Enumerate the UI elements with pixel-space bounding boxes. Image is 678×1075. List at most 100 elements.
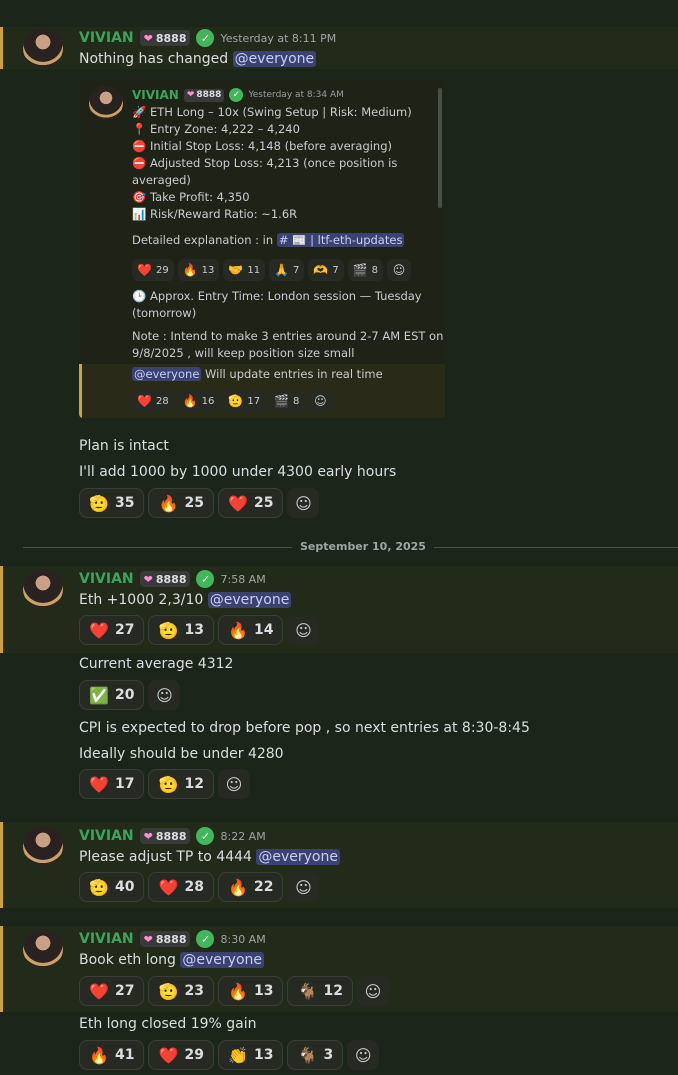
avatar[interactable] [23,826,63,866]
avatar[interactable] [23,569,63,609]
mention[interactable]: @everyone [132,367,202,381]
smiley-add-icon[interactable]: ☺ [287,872,320,902]
pink-heart-icon: ❤ [143,572,153,586]
goat-icon: 🐐 [297,1045,318,1065]
reaction-count: 17 [115,776,135,792]
quote-reactions: ❤️ 28 🔥 16 🫡 17 🎬 8 ☺ [132,390,333,412]
smiley-add-icon[interactable]: ☺ [287,488,320,518]
reaction-count: 13 [201,264,215,276]
mention[interactable]: @everyone [180,952,264,968]
message-text: CPI is expected to drop before pop , so … [79,720,530,736]
reaction[interactable]: 🫶 7 [308,259,344,281]
reaction[interactable]: ❤️ 28 [148,872,214,902]
salute-icon: 🫡 [89,493,109,513]
username[interactable]: VIVIAN [79,571,134,587]
mention[interactable]: @everyone [207,592,292,608]
reaction[interactable]: 🔥 25 [148,488,214,518]
avatar[interactable] [23,28,63,68]
smiley-add-icon[interactable]: ☺ [356,976,389,1006]
reaction[interactable]: 🤝 11 [223,259,266,281]
username[interactable]: VIVIAN [79,931,134,947]
reaction[interactable]: 🫡 13 [148,615,214,645]
scrollbar[interactable] [438,88,442,208]
reaction-count: 14 [253,622,274,638]
reaction[interactable]: ❤️ 27 [79,976,145,1006]
embed-detail: Detailed explanation : in # 📰 | ltf-eth-… [132,232,405,249]
channel-link[interactable]: # 📰 | ltf-eth-updates [276,233,405,247]
username[interactable]: VIVIAN [79,828,134,844]
heart-icon: ❤️ [228,493,248,513]
reaction[interactable]: 🫡 23 [148,976,214,1006]
embed-line: ⛔ Initial Stop Loss: 4,148 (before avera… [132,139,393,153]
heart-icon: ❤️ [89,981,109,1001]
role-badge[interactable]: ❤ 8888 [139,828,191,844]
message-text: Nothing has changed @everyone [79,49,317,69]
embed-line: ⛔ Adjusted Stop Loss: 4,213 (once positi… [132,156,398,170]
reaction[interactable]: 🫡 17 [223,390,266,412]
heart-icon: ❤️ [89,620,109,640]
reaction[interactable]: ❤️ 29 [132,259,174,281]
reactions: 🔥 41 ❤️ 29 👏 13 🐐 3 ☺ [79,1040,380,1070]
reaction[interactable]: 🫡 40 [79,872,145,902]
smiley-add-icon[interactable]: ☺ [148,680,181,710]
embed-header: VIVIAN ❤ 8888 ✓ Yesterday at 8:34 AM [132,86,344,104]
reaction[interactable]: 🐐 12 [287,976,353,1006]
reaction[interactable]: 🔥 13 [217,976,284,1006]
reaction-count: 20 [115,687,135,703]
mention[interactable]: @everyone [232,51,317,67]
detail-text: Detailed explanation : in [132,233,274,247]
smiley-add-icon[interactable]: ☺ [347,1040,380,1070]
salute-icon: 🫡 [228,394,244,408]
reaction[interactable]: 🎬 8 [269,390,305,412]
heart-icon: ❤️ [158,877,179,897]
reaction-count: 28 [155,395,169,407]
badge-text: 8888 [155,829,187,843]
reaction-count: 13 [184,622,204,638]
avatar[interactable] [23,929,63,969]
reaction[interactable]: 🔥 14 [217,615,284,645]
reaction[interactable]: 🙏 7 [269,259,305,281]
reaction[interactable]: 👏 13 [217,1040,284,1070]
message-text: Eth +1000 2,3/10 @everyone [79,590,292,610]
reaction[interactable]: 🔥 22 [217,872,284,902]
check-icon: ✓ [196,827,215,845]
quote-body: Will update entries in real time [205,367,383,381]
pray-icon: 🙏 [274,263,290,277]
smiley-add-icon[interactable]: ☺ [308,390,333,412]
smiley-add-icon[interactable]: ☺ [287,615,320,645]
message-header: VIVIAN ❤ 8888 ✓ Yesterday at 8:11 PM [79,28,336,48]
reactions: 🫡 40 ❤️ 28 🔥 22 ☺ [79,872,320,902]
message-body: Book eth long [79,952,176,968]
reaction[interactable]: ❤️ 28 [132,390,174,412]
reaction[interactable]: 🔥 16 [177,390,220,412]
salute-icon: 🫡 [89,877,109,897]
reaction[interactable]: ✅ 20 [79,680,145,710]
check-icon: ✓ [196,570,215,588]
reaction[interactable]: 🫡 12 [148,769,214,799]
smiley-add-icon[interactable]: ☺ [217,769,250,799]
embed-line: 📊 Risk/Reward Ratio: ~1.6R [132,207,298,221]
mention[interactable]: @everyone [256,849,340,865]
reaction[interactable]: ❤️ 25 [217,488,284,518]
reaction[interactable]: 🔥 41 [79,1040,145,1070]
role-badge[interactable]: ❤ 8888 [139,931,191,947]
reaction[interactable]: 🫡 35 [79,488,145,518]
username[interactable]: VIVIAN [79,30,134,46]
embed-quote: @everyone Will update entries in real ti… [79,364,445,418]
message-text: I'll add 1000 by 1000 under 4300 early h… [79,464,397,480]
reaction[interactable]: 🐐 3 [287,1040,344,1070]
reaction[interactable]: 🎬 8 [347,259,384,281]
reaction[interactable]: ❤️ 27 [79,615,145,645]
fire-icon: 🔥 [182,394,198,408]
embed-username: VIVIAN [132,88,179,102]
reaction[interactable]: 🔥 13 [177,259,220,281]
role-badge[interactable]: ❤ 8888 [139,571,191,587]
smiley-add-icon[interactable]: ☺ [387,259,412,281]
timestamp: Yesterday at 8:11 PM [220,31,337,45]
role-badge[interactable]: ❤ 8888 [139,30,191,46]
salute-icon: 🫡 [158,981,179,1001]
reactions: ❤️ 27 🫡 13 🔥 14 ☺ [79,615,320,645]
reaction[interactable]: ❤️ 29 [148,1040,214,1070]
reaction[interactable]: ❤️ 17 [79,769,145,799]
check-mark-icon: ✅ [89,685,109,705]
